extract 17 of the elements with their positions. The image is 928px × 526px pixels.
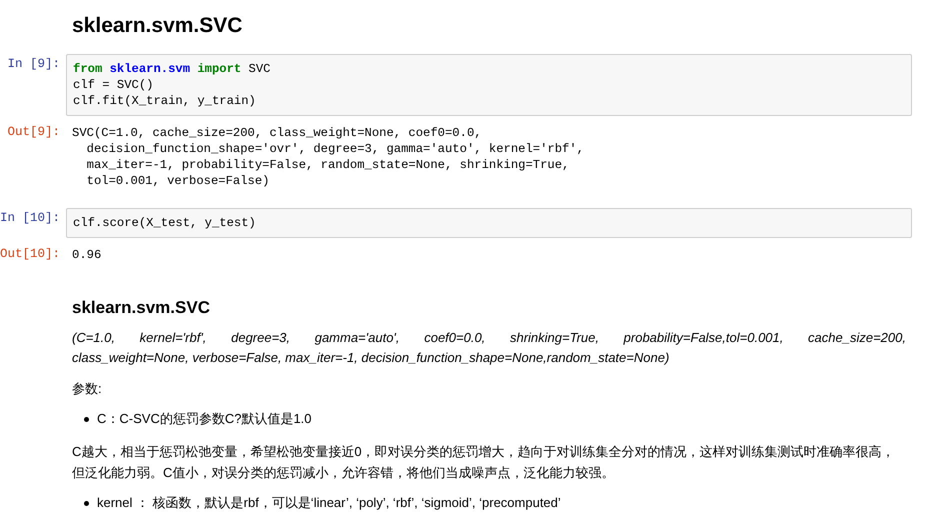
output-text: 0.96 (71, 247, 102, 264)
paragraph-text: C越大，相当于惩罚松弛变量，希望松弛变量接近0，即对误分类的惩罚增大，趋向于对训练集全分对的情况，这样对训练集测试时准确率很高，但泛化能力弱。C值小，对误分类的惩罚减小，允许容错，将他们当成噪声点，泛化能力较强。 (72, 443, 896, 482)
signature-text: (C=1.0, kernel='rbf', degree=3, gamma='auto', coef0=0.0, shrinking=True, probability=False,tol=0.001, cache_size=200, class_weight=None, verbose=False, max_iter=-1, decision_function_shape=None,random_state=None) (72, 329, 906, 367)
output-prompt: Out[9]: (6, 124, 61, 139)
output-prompt: Out[10]: (0, 246, 62, 261)
bullet-icon (84, 500, 89, 506)
paragraph-text: 参数: (72, 380, 103, 398)
code-editor[interactable]: clf.score(X_test, y_test) (66, 208, 912, 238)
bullet-text: C：C-SVC的惩罚参数C?默认值是1.0 (97, 410, 312, 428)
input-prompt: In [10]: (0, 210, 62, 225)
bullet-text: kernel ： 核函数，默认是rbf，可以是‘linear’, ‘poly’, ‘rbf’, ‘sigmoid’, ‘precomputed’ (97, 494, 561, 512)
input-prompt: In [9]: (6, 56, 61, 71)
bullet-icon (84, 416, 89, 422)
notebook-title: sklearn.svm.SVC (72, 14, 244, 38)
section-heading: sklearn.svm.SVC (72, 298, 211, 318)
output-text: SVC(C=1.0, cache_size=200, class_weight=None, coef0=0.0, decision_function_shape='ovr', degree=3, gamma='auto', kernel='rbf', max_iter=-1, probability=False, random_state=None, shrinking=True, tol=0.001, verbose=False) (71, 125, 585, 190)
code-editor[interactable]: from sklearn.svm import SVC clf = SVC() clf.fit(X_train, y_train) (66, 54, 912, 116)
